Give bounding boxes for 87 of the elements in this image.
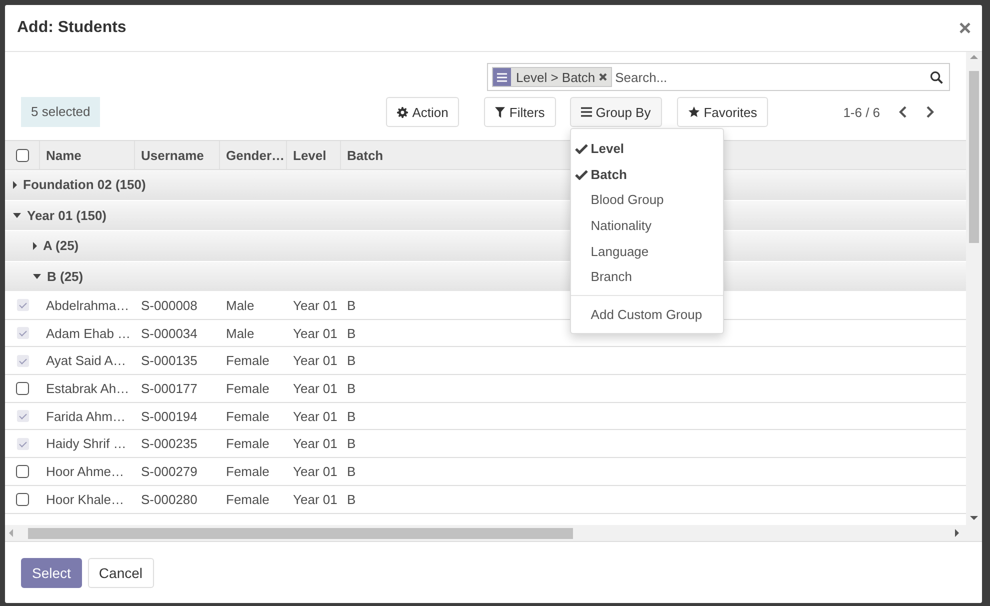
group-by-option[interactable]: Level <box>570 136 723 162</box>
table-cell-text: Year 01 <box>292 380 338 396</box>
horizontal-scrollbar[interactable] <box>5 525 966 541</box>
filter-facet-label: Level > Batch <box>515 70 596 84</box>
column-header[interactable]: Level <box>287 141 341 169</box>
gear-icon <box>397 106 408 118</box>
caret-right-icon <box>33 242 37 250</box>
row-checkbox[interactable] <box>16 492 29 506</box>
table-cell-text: S-000194 <box>140 408 198 424</box>
group-by-button[interactable]: Group By <box>570 97 662 127</box>
table-cell-text: Year 01 <box>292 353 338 368</box>
remove-facet-icon[interactable] <box>599 73 608 81</box>
previous-page-icon[interactable] <box>899 106 908 118</box>
caret-down-icon <box>13 212 21 218</box>
dialog-title: Add: Students <box>17 19 126 37</box>
table-cell-text: B <box>346 492 357 507</box>
table-cell-text: B <box>346 298 357 313</box>
caret-right-icon <box>13 180 17 189</box>
filter-icon <box>495 106 506 118</box>
filters-button[interactable]: Filters <box>484 97 556 127</box>
table-cell-text: Year 01 <box>292 492 338 507</box>
menu-icon <box>580 107 592 117</box>
selection-count-badge: 5 selected <box>21 97 100 127</box>
table-cell-text: B <box>346 326 357 341</box>
table-cell-text: Female <box>225 492 270 507</box>
table-cell-text: Female <box>225 353 270 368</box>
table-cell-text: Hoor Ahme… <box>45 464 126 479</box>
table-cell-text: Hoor Khale… <box>45 492 126 507</box>
column-header[interactable]: Name <box>40 141 135 169</box>
table-cell-text: B <box>346 464 357 479</box>
pager-value: 1-6 / 6 <box>843 104 880 120</box>
group-by-option[interactable]: Language <box>570 238 723 264</box>
table-cell-text: S-000034 <box>140 326 198 341</box>
table-cell-text: Female <box>225 408 270 424</box>
table-cell-text: Male <box>225 326 256 341</box>
select-all-checkbox[interactable] <box>16 148 28 162</box>
table-cell-text: Year 01 <box>292 436 338 452</box>
add-custom-group-item[interactable]: Add Custom Group <box>570 302 723 328</box>
group-by-option[interactable]: Branch <box>570 264 723 290</box>
table-cell-text: S-000279 <box>140 464 198 479</box>
table-cell-text: S-000008 <box>140 298 198 313</box>
table-cell-text: B <box>346 380 357 396</box>
row-checkbox[interactable] <box>16 327 28 340</box>
cancel-button[interactable]: Cancel <box>88 558 154 588</box>
table-cell-text: S-000280 <box>140 492 198 507</box>
menu-icon <box>497 72 507 82</box>
caret-down-icon <box>33 274 41 279</box>
search-icon <box>930 70 943 84</box>
column-header[interactable]: Batch <box>341 141 384 169</box>
table-cell-text: Female <box>225 380 270 396</box>
table-cell-text: B <box>346 353 357 368</box>
table-cell-text: B <box>346 436 357 452</box>
check-icon <box>574 144 588 154</box>
row-checkbox[interactable] <box>16 299 28 312</box>
search-bar[interactable]: Level > Batch Search... <box>487 63 950 91</box>
column-header[interactable]: Gender… <box>220 141 287 169</box>
row-checkbox[interactable] <box>16 438 28 450</box>
table-cell-text: Ayat Said A… <box>45 353 127 368</box>
table-cell-text: S-000177 <box>140 380 198 396</box>
table-cell-text: S-000235 <box>140 436 198 452</box>
row-checkbox[interactable] <box>16 354 28 367</box>
vertical-scrollbar[interactable] <box>966 52 982 541</box>
table-cell-text: Year 01 <box>292 408 338 424</box>
table-cell-text: Female <box>225 464 270 479</box>
table-cell-text: Year 01 <box>292 326 338 341</box>
table-cell-text: Adam Ehab … <box>45 326 132 341</box>
next-page-icon[interactable] <box>926 106 934 118</box>
table-cell-text: Farida Ahm… <box>45 408 126 424</box>
table-cell-text: Abdelrahma… <box>45 298 130 313</box>
table-cell-text: Year 01 <box>292 298 338 313</box>
column-header[interactable]: Username <box>135 141 220 169</box>
star-icon <box>688 106 700 118</box>
row-checkbox[interactable] <box>16 410 28 422</box>
check-icon <box>574 170 588 180</box>
table-cell-text: Male <box>225 298 256 313</box>
table-cell-text: Estabrak Ah… <box>45 380 130 396</box>
table-cell-text: S-000135 <box>140 353 198 368</box>
table-cell-text: Haidy Shrif … <box>45 436 128 452</box>
action-button[interactable]: Action <box>386 97 460 127</box>
select-button[interactable]: Select <box>21 558 82 588</box>
row-checkbox[interactable] <box>16 464 29 478</box>
table-cell-text: B <box>346 408 357 424</box>
row-checkbox[interactable] <box>16 382 29 395</box>
table-cell-text: Year 01 <box>292 464 338 479</box>
close-icon[interactable] <box>959 22 971 34</box>
table-cell-text: Female <box>225 436 270 452</box>
favorites-button[interactable]: Favorites <box>676 97 768 127</box>
